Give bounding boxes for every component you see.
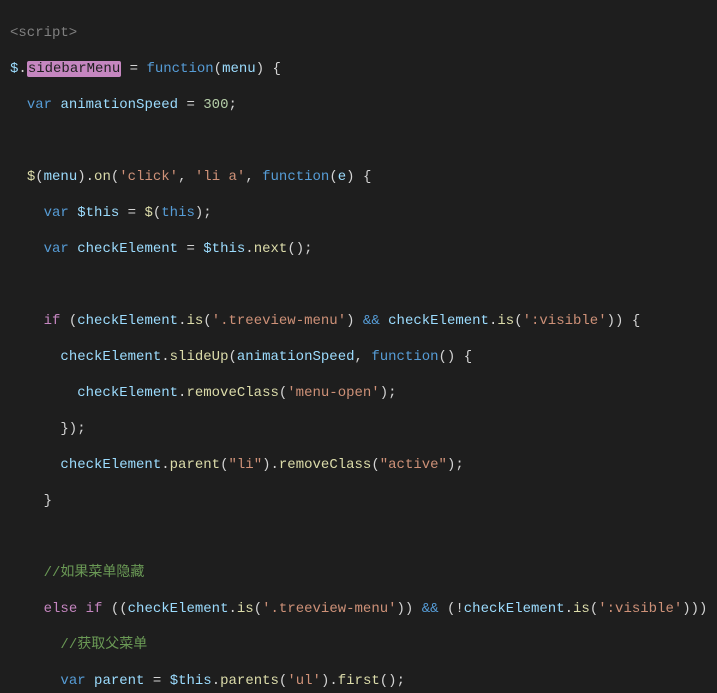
code-line: var animationSpeed = 300; [10,96,717,114]
code-line: else if ((checkElement.is('.treeview-men… [10,600,717,618]
code-line: //获取父菜单 [10,636,717,654]
code-block: <script> $.sidebarMenu = function(menu) … [0,0,717,693]
code-line [10,276,717,294]
code-line: if (checkElement.is('.treeview-menu') &&… [10,312,717,330]
code-line [10,132,717,150]
code-line: checkElement.slideUp(animationSpeed, fun… [10,348,717,366]
code-line: $.sidebarMenu = function(menu) { [10,60,717,78]
code-line: } [10,492,717,510]
code-line: }); [10,420,717,438]
code-line: checkElement.removeClass('menu-open'); [10,384,717,402]
code-line: var checkElement = $this.next(); [10,240,717,258]
code-line: $(menu).on('click', 'li a', function(e) … [10,168,717,186]
code-line: <script> [10,24,717,42]
code-line: //如果菜单隐藏 [10,564,717,582]
code-line: var parent = $this.parents('ul').first()… [10,672,717,690]
code-line: var $this = $(this); [10,204,717,222]
code-line [10,528,717,546]
code-line: checkElement.parent("li").removeClass("a… [10,456,717,474]
